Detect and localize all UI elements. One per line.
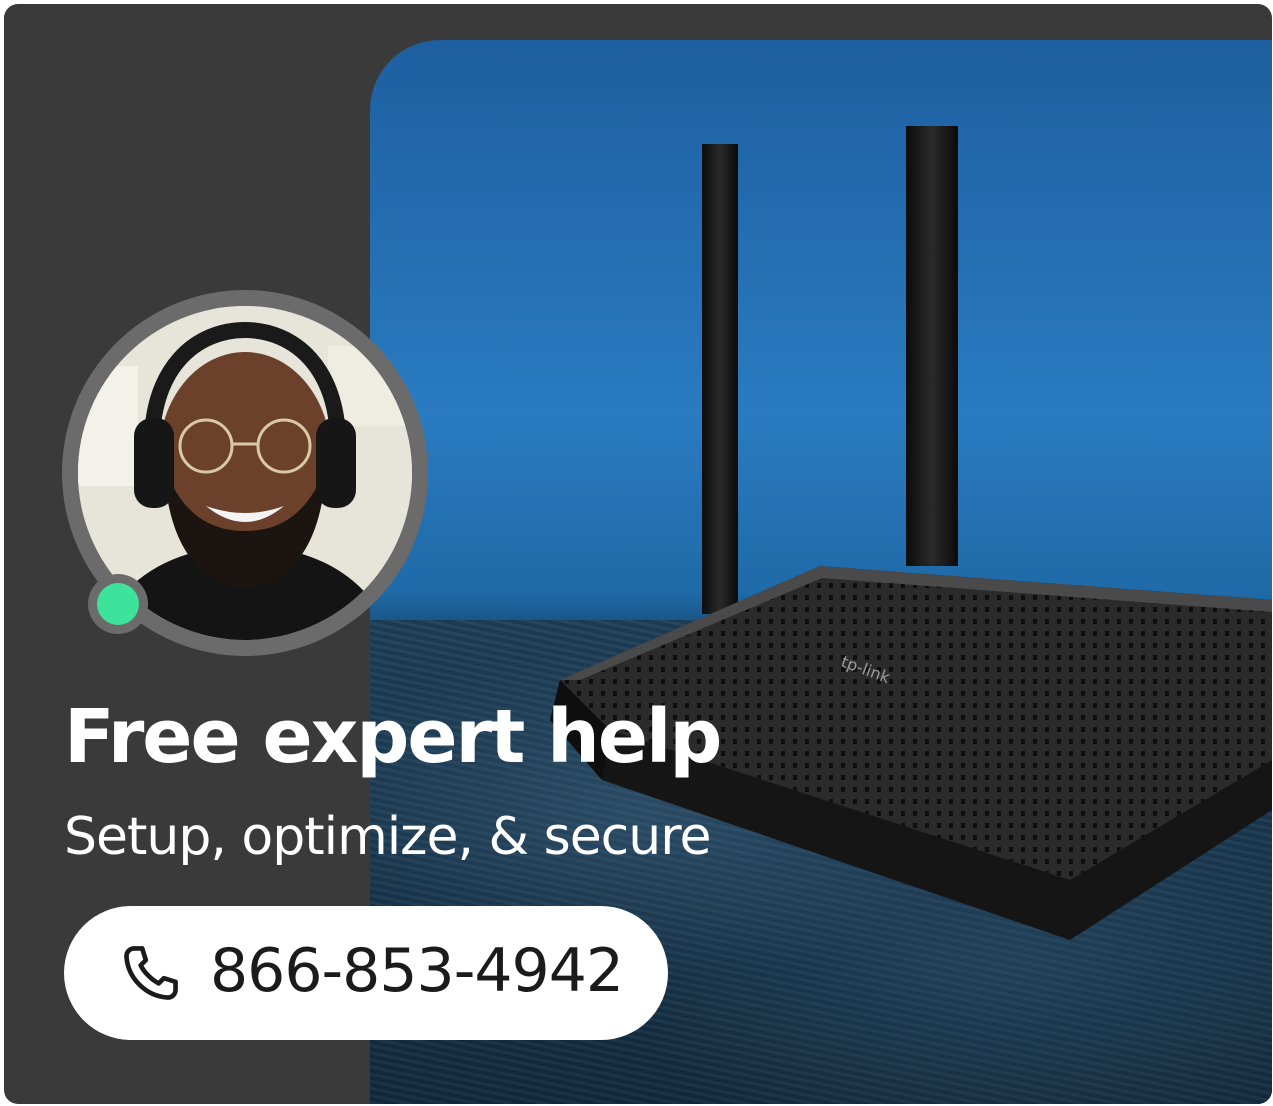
phone-icon (124, 946, 178, 1000)
online-status-indicator (97, 583, 139, 625)
subheadline: Setup, optimize, & secure (64, 807, 711, 867)
online-status-icon (88, 574, 148, 634)
phone-number: 866-853-4942 (210, 936, 624, 1006)
promo-card: tp-link Free expert help Setup, optimize… (4, 4, 1272, 1104)
antenna-right (906, 126, 958, 566)
antenna-left (702, 144, 738, 614)
headline: Free expert help (64, 694, 722, 780)
call-phone-button[interactable]: 866-853-4942 (64, 906, 668, 1040)
